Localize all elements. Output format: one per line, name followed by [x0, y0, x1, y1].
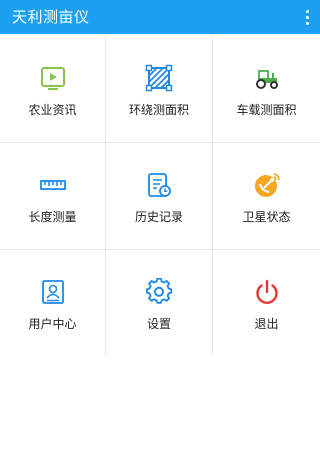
more-vert-icon[interactable] — [302, 7, 312, 27]
menu-item-logout[interactable]: 退出 — [213, 250, 320, 356]
gear-icon — [145, 278, 173, 306]
menu-item-label: 农业资讯 — [28, 103, 77, 117]
menu-item-label: 历史记录 — [134, 210, 183, 224]
satellite-dish-icon — [253, 171, 281, 199]
menu-item-vehicle-area[interactable]: 车载测面积 — [213, 36, 320, 143]
menu-item-satellite-status[interactable]: 卫星状态 — [213, 143, 320, 250]
menu-item-label: 长度测量 — [28, 210, 77, 224]
tractor-icon — [253, 64, 281, 92]
menu-item-surround-area[interactable]: 环绕测面积 — [106, 36, 213, 143]
menu-item-agri-news[interactable]: 农业资讯 — [0, 36, 106, 143]
menu-item-history[interactable]: 历史记录 — [106, 143, 213, 250]
menu-item-label: 用户中心 — [28, 317, 77, 331]
history-document-icon — [145, 171, 173, 199]
app-bar: 天利测亩仪 — [0, 0, 320, 34]
menu-item-length-measure[interactable]: 长度测量 — [0, 143, 106, 250]
menu-item-label: 卫星状态 — [242, 210, 291, 224]
power-icon — [253, 278, 281, 306]
menu-item-settings[interactable]: 设置 — [106, 250, 213, 356]
user-card-icon — [39, 278, 67, 306]
menu-item-label: 退出 — [254, 317, 279, 331]
menu-grid: 农业资讯 环绕测面积 车载测面积 长度测量 历史记录 卫星状态 用户中心 设置 … — [0, 36, 320, 356]
menu-item-label: 设置 — [146, 317, 171, 331]
menu-item-label: 车载测面积 — [236, 103, 297, 117]
video-icon — [39, 64, 67, 92]
app-title: 天利测亩仪 — [12, 8, 90, 26]
hatched-square-icon — [145, 64, 173, 92]
menu-item-user-center[interactable]: 用户中心 — [0, 250, 106, 356]
ruler-icon — [39, 171, 67, 199]
menu-item-label: 环绕测面积 — [128, 103, 189, 117]
